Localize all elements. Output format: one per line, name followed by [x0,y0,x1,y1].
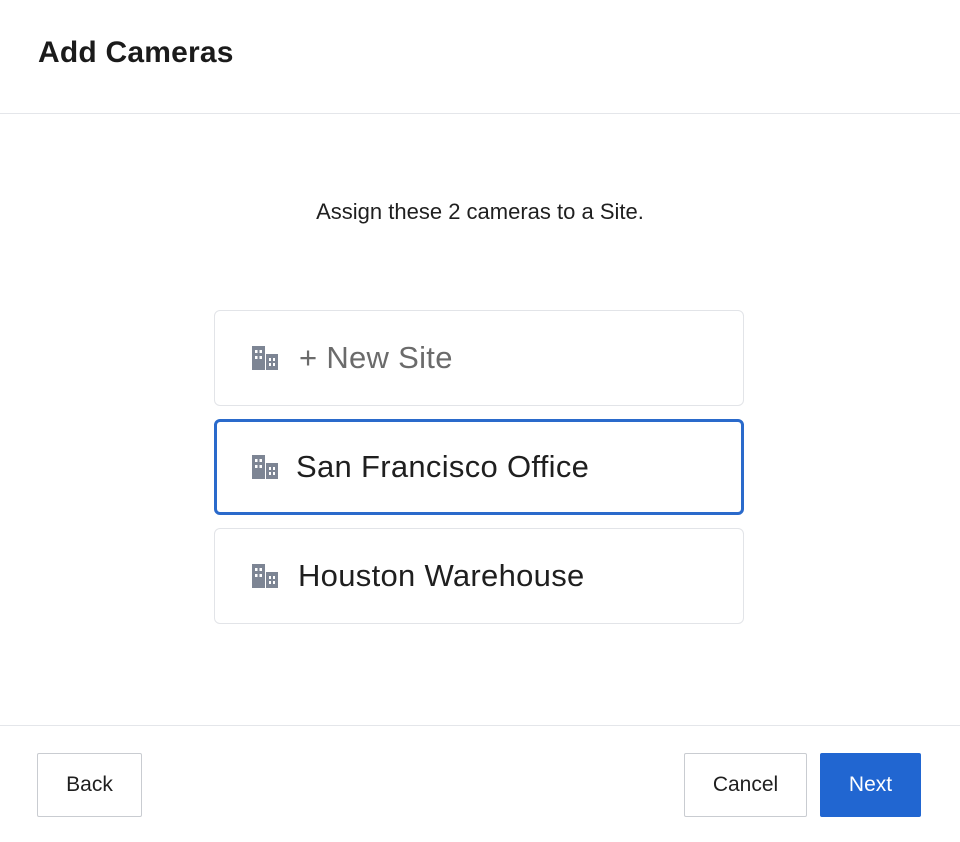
site-label: San Francisco Office [296,449,590,484]
back-button[interactable]: Back [37,753,142,817]
cancel-button[interactable]: Cancel [684,753,807,817]
site-label: + New Site [299,340,453,375]
site-label: Houston Warehouse [298,558,585,593]
site-option-san-francisco-office[interactable]: San Francisco Office [214,419,744,515]
modal-header: Add Cameras [0,0,960,114]
site-option-new-site[interactable]: + New Site [214,310,744,406]
site-list: + New Site San Francisco Office Houston … [214,310,744,637]
building-icon [252,564,278,588]
site-option-houston-warehouse[interactable]: Houston Warehouse [214,528,744,624]
add-cameras-modal: Add Cameras Assign these 2 cameras to a … [0,0,960,842]
modal-footer: Back Cancel Next [0,725,960,842]
modal-title: Add Cameras [38,36,234,69]
next-button[interactable]: Next [820,753,921,817]
instruction-text: Assign these 2 cameras to a Site. [316,199,644,224]
modal-body: Assign these 2 cameras to a Site. + New … [0,115,960,725]
building-icon [252,455,278,479]
building-icon [252,346,278,370]
